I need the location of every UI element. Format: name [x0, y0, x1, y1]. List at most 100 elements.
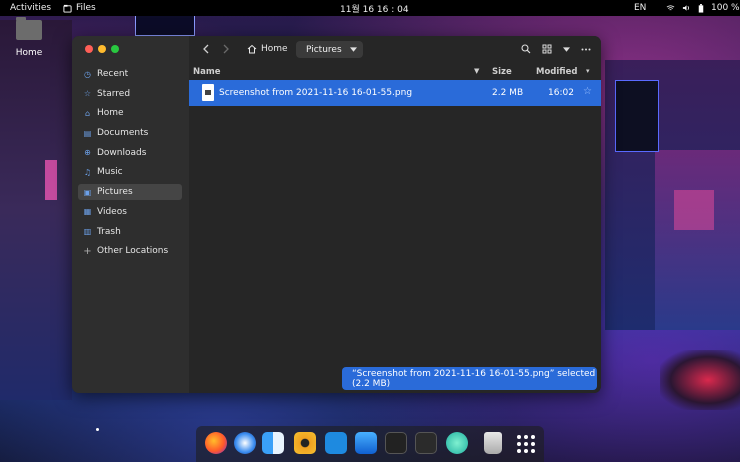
activities-button[interactable]: Activities: [10, 3, 51, 13]
sidebar-item-label: Starred: [97, 88, 131, 99]
sidebar-item-home[interactable]: ⌂ Home: [78, 105, 182, 121]
breadcrumb-current[interactable]: Pictures: [296, 41, 363, 58]
column-modified[interactable]: Modified: [536, 67, 577, 77]
document-icon: ▤: [83, 128, 92, 138]
sidebar-item-label: Recent: [97, 69, 129, 79]
wifi-icon: [666, 5, 675, 11]
breadcrumb-home[interactable]: Home: [247, 44, 288, 54]
sidebar-item-videos[interactable]: ▦ Videos: [78, 204, 182, 220]
dock: [196, 426, 544, 462]
battery-icon: [698, 3, 704, 13]
system-tray[interactable]: 100 %: [666, 3, 740, 13]
sidebar: ◷ Recent ☆ Starred ⌂ Home ▤ Documents ⊕ …: [72, 36, 189, 393]
wallpaper-building-right: [655, 150, 740, 330]
video-icon: ▦: [83, 207, 92, 217]
back-button[interactable]: [202, 44, 210, 57]
close-button[interactable]: [85, 45, 93, 53]
selection-status: “Screenshot from 2021-11-16 16-01-55.png…: [342, 367, 597, 390]
column-size[interactable]: Size: [492, 67, 512, 77]
trash-icon[interactable]: [484, 432, 502, 454]
sidebar-item-trash[interactable]: ▥ Trash: [78, 224, 182, 240]
minimize-button[interactable]: [98, 45, 106, 53]
wallpaper-neon-sign: [135, 14, 195, 36]
sidebar-item-pictures[interactable]: ▣ Pictures: [78, 184, 182, 201]
view-options-chevron-icon[interactable]: [563, 46, 570, 52]
grid-view-icon[interactable]: [542, 44, 552, 54]
sidebar-item-label: Pictures: [97, 187, 133, 198]
folder-icon: [16, 17, 42, 40]
files-app-icon: [63, 4, 72, 13]
sidebar-item-downloads[interactable]: ⊕ Downloads: [78, 145, 182, 161]
firefox-icon[interactable]: [205, 432, 227, 454]
more-options-icon[interactable]: [581, 48, 591, 51]
main-pane: Home Pictures Name ▼ Size Modified ▾ Scr…: [189, 36, 601, 393]
trash-icon: ▥: [83, 227, 92, 236]
picture-icon: ▣: [83, 187, 92, 197]
chevron-left-icon: [203, 44, 209, 54]
text-editor-icon[interactable]: [325, 432, 347, 454]
battery-percentage: 100 %: [711, 3, 740, 13]
column-header: Name ▼ Size Modified ▾: [189, 65, 601, 79]
app-menu[interactable]: Files: [63, 3, 96, 13]
terminal-icon[interactable]: [415, 432, 437, 454]
sidebar-item-other-locations[interactable]: + Other Locations: [78, 243, 182, 259]
file-name: Screenshot from 2021-11-16 16-01-55.png: [219, 88, 413, 98]
maximize-button[interactable]: [111, 45, 119, 53]
sidebar-item-label: Home: [97, 108, 124, 119]
app-name: Files: [76, 3, 96, 13]
sidebar-item-label: Other Locations: [97, 246, 169, 257]
places-list: ◷ Recent ☆ Starred ⌂ Home ▤ Documents ⊕ …: [78, 66, 182, 263]
browser-icon[interactable]: [446, 432, 468, 454]
home-icon: ⌂: [84, 108, 91, 118]
forward-button[interactable]: [222, 44, 230, 57]
clock-icon: ◷: [84, 69, 91, 79]
wallpaper-neon-sign: [615, 80, 659, 152]
window-controls: [85, 45, 119, 53]
wallpaper-neon-sign: [45, 160, 57, 200]
thunderbird-icon[interactable]: [234, 432, 256, 454]
sidebar-item-label: Downloads: [97, 147, 147, 158]
file-size: 2.2 MB: [492, 88, 524, 98]
sidebar-item-label: Trash: [97, 226, 121, 237]
sidebar-item-documents[interactable]: ▤ Documents: [78, 125, 182, 141]
download-icon: ⊕: [84, 148, 91, 158]
plus-icon: +: [83, 245, 92, 257]
image-file-icon: [202, 84, 214, 101]
desktop-home-folder[interactable]: Home: [12, 17, 46, 58]
sidebar-item-music[interactable]: ♫ Music: [78, 164, 182, 180]
running-indicator: [96, 428, 99, 431]
search-icon[interactable]: [521, 44, 531, 54]
software-store-icon[interactable]: [355, 432, 377, 454]
show-applications-icon[interactable]: [514, 432, 536, 454]
header-actions: [521, 44, 591, 54]
desktop-home-label: Home: [15, 48, 43, 58]
files-window: ◷ Recent ☆ Starred ⌂ Home ▤ Documents ⊕ …: [72, 36, 601, 393]
sort-descending-icon[interactable]: ▼: [474, 67, 479, 75]
wallpaper-neon-window: [674, 190, 714, 230]
sidebar-item-label: Documents: [97, 128, 149, 139]
sidebar-item-starred[interactable]: ☆ Starred: [78, 86, 182, 102]
home-icon: [247, 44, 257, 54]
chevron-right-icon: [223, 44, 229, 54]
file-modified: 16:02: [548, 88, 574, 98]
volume-icon: [682, 5, 689, 11]
music-icon: ♫: [83, 167, 92, 177]
column-name[interactable]: Name: [193, 67, 220, 77]
breadcrumb-current-label: Pictures: [306, 44, 342, 55]
clock[interactable]: 11월 16 16 : 04: [340, 2, 409, 15]
music-player-icon[interactable]: [294, 432, 316, 454]
sidebar-item-label: Music: [97, 167, 123, 178]
language-indicator[interactable]: EN: [634, 3, 646, 13]
column-options-chevron-icon[interactable]: ▾: [586, 67, 590, 75]
sidebar-item-label: Videos: [97, 206, 127, 217]
sidebar-item-recent[interactable]: ◷ Recent: [78, 66, 182, 82]
system-monitor-icon[interactable]: [385, 432, 407, 454]
star-icon: ☆: [83, 89, 92, 99]
breadcrumb-home-label: Home: [261, 44, 288, 54]
chevron-down-icon: [349, 47, 357, 52]
star-icon[interactable]: ☆: [583, 86, 592, 97]
files-icon[interactable]: [262, 432, 284, 454]
table-row[interactable]: Screenshot from 2021-11-16 16-01-55.png …: [189, 80, 601, 106]
header-bar: Home Pictures: [189, 36, 601, 64]
wallpaper-building-left: [0, 20, 72, 400]
